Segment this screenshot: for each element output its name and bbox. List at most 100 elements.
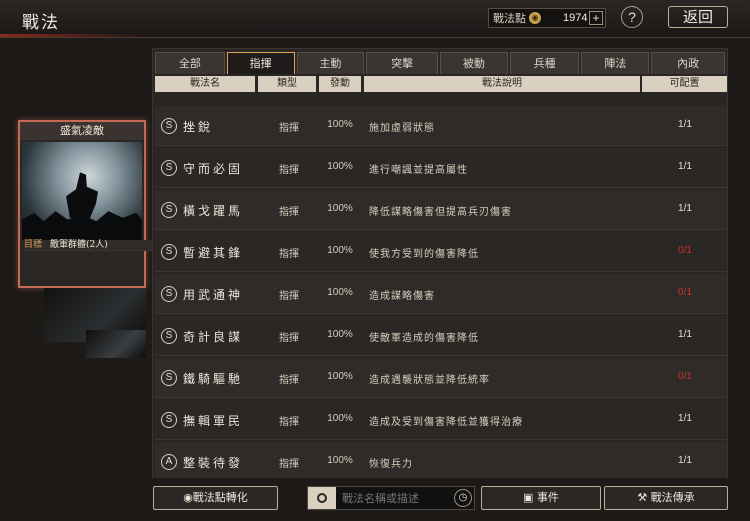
tactic-name: 撫輯軍民 (183, 414, 244, 428)
coin-icon: ◉ (529, 12, 541, 24)
tactic-name: 奇計良謀 (183, 330, 244, 344)
tactic-row[interactable]: S 撫輯軍民 指揮 100% 造成及受到傷害降低並獲得治療 1/1 (155, 400, 727, 440)
tactic-row[interactable]: S 守而必固 指揮 100% 進行嘲諷並提高屬性 1/1 (155, 148, 727, 188)
tab-domestic[interactable]: 內政 (651, 52, 725, 74)
tactic-type: 指揮 (279, 375, 299, 386)
tactic-description: 降低謀略傷害但提高兵刃傷害 (369, 207, 512, 218)
grade-badge: S (161, 412, 177, 428)
tactic-row[interactable]: A 整裝待發 指揮 100% 恢復兵力 1/1 (155, 442, 727, 478)
tactic-slots: 1/1 (678, 455, 692, 466)
grade-badge: S (161, 118, 177, 134)
tactic-slots: 0/1 (678, 371, 692, 382)
tactic-description: 進行嘲諷並提高屬性 (369, 165, 468, 176)
tactic-slots: 1/1 (678, 413, 692, 424)
column-type[interactable]: 類型 (258, 76, 316, 92)
tactic-rate: 100% (327, 371, 353, 382)
tactic-type: 指揮 (279, 459, 299, 470)
card-artwork (22, 142, 142, 240)
tactic-description: 使我方受到的傷害降低 (369, 249, 479, 260)
column-rate[interactable]: 發動 (319, 76, 361, 92)
search-icon[interactable] (308, 487, 336, 509)
tactic-description: 施加虛弱狀態 (369, 123, 435, 134)
tactic-description: 恢復兵力 (369, 459, 413, 470)
tactic-points-display: 戰法點 ◉ 1974 + (488, 8, 606, 28)
tactic-slots: 1/1 (678, 329, 692, 340)
tactic-type: 指揮 (279, 165, 299, 176)
tactic-slots: 1/1 (678, 161, 692, 172)
tactic-rate: 100% (327, 203, 353, 214)
column-name[interactable]: 戰法名 (155, 76, 255, 92)
grade-badge: S (161, 286, 177, 302)
tactic-type: 指揮 (279, 249, 299, 260)
tactic-description: 使敵軍造成的傷害降低 (369, 333, 479, 344)
inherit-tactic-button[interactable]: ⚒ 戰法傳承 (604, 486, 728, 510)
tactic-rate: 100% (327, 245, 353, 256)
tactic-row[interactable]: S 鐵騎驅馳 指揮 100% 造成遇襲狀態並降低統率 0/1 (155, 358, 727, 398)
events-icon: ▣ (523, 491, 537, 504)
grade-badge: S (161, 328, 177, 344)
tactic-rate: 100% (327, 287, 353, 298)
tactic-slots: 1/1 (678, 119, 692, 130)
tactics-list: S 挫銳 指揮 100% 施加虛弱狀態 1/1 S 守而必固 指揮 100% 進… (155, 96, 727, 478)
tab-all[interactable]: 全部 (155, 52, 225, 74)
hammer-icon: ⚒ (637, 491, 651, 504)
tactic-slots: 0/1 (678, 287, 692, 298)
tactic-row[interactable]: S 奇計良謀 指揮 100% 使敵軍造成的傷害降低 1/1 (155, 316, 727, 356)
selected-tactic-card[interactable]: 盛氣凌敵 適用 類型 指揮 效果 控制 目標 敵軍群體(2人) (18, 120, 596, 288)
inherit-label: 戰法傳承 (650, 491, 695, 504)
title-accent (0, 34, 150, 37)
points-label: 戰法點 (493, 12, 526, 25)
tab-command[interactable]: 指揮 (226, 52, 295, 74)
tactic-name: 守而必固 (183, 162, 244, 176)
tactic-description: 造成遇襲狀態並降低統率 (369, 375, 490, 386)
grade-badge: S (161, 202, 177, 218)
tab-assault[interactable]: 突擊 (366, 52, 438, 74)
tactic-row[interactable]: S 用武通神 指揮 100% 造成謀略傷害 0/1 (155, 274, 727, 314)
card-target-value: 敵軍群體(2人) (50, 239, 108, 250)
back-button[interactable]: 返回 (668, 6, 728, 28)
tactic-rate: 100% (327, 119, 353, 130)
tab-formation[interactable]: 陣法 (581, 52, 650, 74)
tactic-name: 挫銳 (183, 120, 214, 134)
tab-passive[interactable]: 被動 (439, 52, 508, 74)
tactic-rate: 100% (327, 455, 353, 466)
tactic-slots: 1/1 (678, 203, 692, 214)
grade-badge: A (161, 454, 177, 470)
tactic-type: 指揮 (279, 333, 299, 344)
help-button[interactable]: ? (621, 6, 643, 28)
tactic-description: 造成謀略傷害 (369, 291, 435, 302)
tactic-rate: 100% (327, 413, 353, 424)
convert-points-label: 戰法點轉化 (192, 491, 248, 504)
tactic-type: 指揮 (279, 123, 299, 134)
tactic-name: 橫戈躍馬 (183, 204, 244, 218)
tactic-type: 指揮 (279, 417, 299, 428)
clock-icon[interactable]: ◷ (454, 489, 472, 507)
card-name: 盛氣凌敵 (20, 122, 144, 140)
events-button[interactable]: ▣ 事件 (481, 486, 601, 510)
add-points-button[interactable]: + (589, 11, 603, 25)
tactic-rate: 100% (327, 161, 353, 172)
tactic-type: 指揮 (279, 291, 299, 302)
tactic-name: 整裝待發 (183, 456, 244, 470)
convert-icon: ◉ (183, 491, 193, 504)
search-box: ◷ (307, 486, 475, 510)
tactic-type: 指揮 (279, 207, 299, 218)
rider-silhouette (66, 172, 98, 218)
tactic-row[interactable]: S 暫避其鋒 指揮 100% 使我方受到的傷害降低 0/1 (155, 232, 727, 272)
tactic-row[interactable]: S 橫戈躍馬 指揮 100% 降低謀略傷害但提高兵刃傷害 1/1 (155, 190, 727, 230)
category-tabs: 全部 指揮 主動 突擊 被動 兵種 陣法 內政 (155, 52, 727, 74)
tactic-description: 造成及受到傷害降低並獲得治療 (369, 417, 523, 428)
tactic-name: 用武通神 (183, 288, 244, 302)
page-title: 戰法 (22, 13, 60, 33)
convert-points-button[interactable]: ◉戰法點轉化 (153, 486, 278, 510)
tactic-row[interactable]: S 挫銳 指揮 100% 施加虛弱狀態 1/1 (155, 106, 727, 146)
tab-troop[interactable]: 兵種 (509, 52, 580, 74)
column-slots[interactable]: 可配置 (642, 76, 727, 92)
tab-active[interactable]: 主動 (296, 52, 365, 74)
tactic-slots: 0/1 (678, 245, 692, 256)
grade-badge: S (161, 370, 177, 386)
tactic-name: 暫避其鋒 (183, 246, 244, 260)
grade-badge: S (161, 244, 177, 260)
search-input[interactable] (336, 491, 448, 505)
tactic-rate: 100% (327, 329, 353, 340)
